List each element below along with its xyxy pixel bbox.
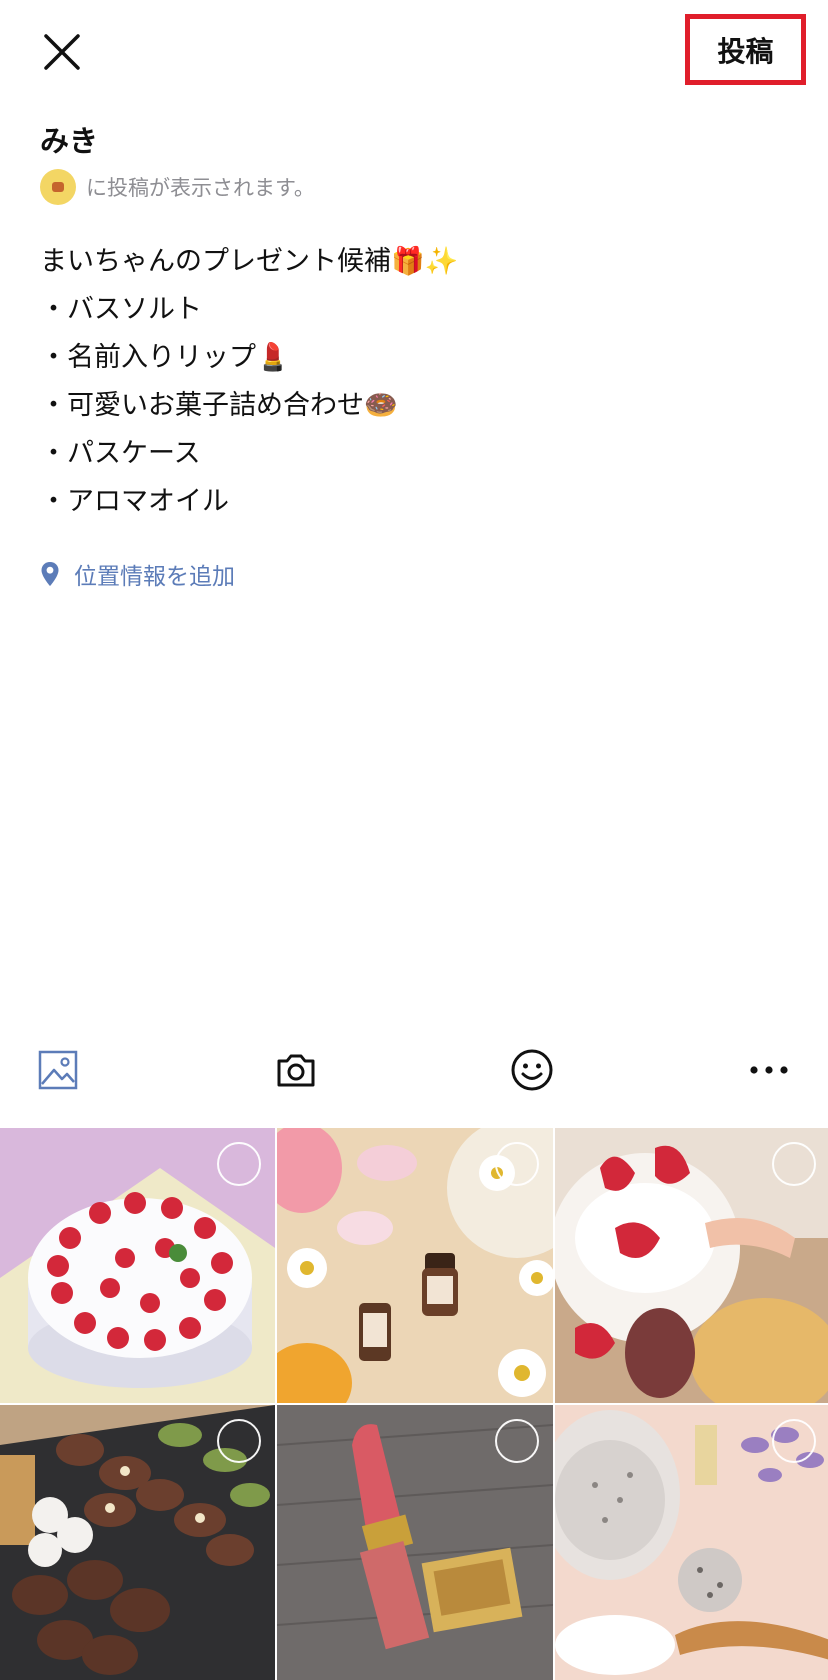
add-location-label: 位置情報を追加 — [74, 564, 235, 590]
select-photo-circle[interactable] — [772, 1419, 816, 1463]
select-photo-circle[interactable] — [217, 1419, 261, 1463]
post-line: ・名前入りリップ💄 — [40, 342, 290, 373]
user-name: みき — [40, 124, 99, 158]
attachment-toolbar — [0, 1030, 828, 1110]
post-text[interactable]: まいちゃんのプレゼント候補🎁✨ ・バスソルト ・名前入りリップ💄 ・可愛いお菓子… — [40, 238, 780, 526]
post-line: ・パスケース — [40, 438, 201, 469]
photo-strawberry-desserts[interactable] — [555, 1128, 828, 1403]
select-photo-circle[interactable] — [772, 1142, 816, 1186]
more-icon — [750, 1066, 788, 1074]
photo-bath-salt[interactable] — [555, 1405, 828, 1680]
select-photo-circle[interactable] — [217, 1142, 261, 1186]
camera-icon — [277, 1054, 315, 1087]
post-line: ・アロマオイル — [40, 486, 229, 517]
select-photo-circle[interactable] — [495, 1419, 539, 1463]
photo-strawberry-cake[interactable] — [0, 1128, 275, 1403]
visibility-notice: に投稿が表示されます。 — [40, 168, 315, 206]
more-button[interactable] — [745, 1046, 793, 1094]
close-icon — [44, 34, 80, 70]
camera-button[interactable] — [272, 1046, 320, 1094]
image-icon — [38, 1050, 78, 1090]
location-pin-icon — [41, 562, 59, 586]
select-photo-circle[interactable] — [495, 1142, 539, 1186]
photo-grid — [0, 1128, 828, 1680]
avatar — [40, 169, 76, 205]
photo-aroma-oil[interactable] — [277, 1128, 553, 1403]
add-location-button[interactable]: 位置情報を追加 — [40, 556, 235, 592]
post-button[interactable]: 投稿 — [685, 14, 806, 85]
post-line: ・バスソルト — [40, 294, 202, 325]
gallery-button[interactable] — [34, 1046, 82, 1094]
emoji-button[interactable] — [508, 1046, 556, 1094]
close-button[interactable] — [38, 28, 86, 76]
post-line: まいちゃんのプレゼント候補🎁✨ — [40, 246, 459, 277]
emoji-icon — [511, 1049, 553, 1091]
visibility-text: に投稿が表示されます。 — [86, 176, 315, 200]
post-line: ・可愛いお菓子詰め合わせ🍩 — [40, 390, 398, 421]
photo-lipstick[interactable] — [277, 1405, 553, 1680]
photo-cookies[interactable] — [0, 1405, 275, 1680]
